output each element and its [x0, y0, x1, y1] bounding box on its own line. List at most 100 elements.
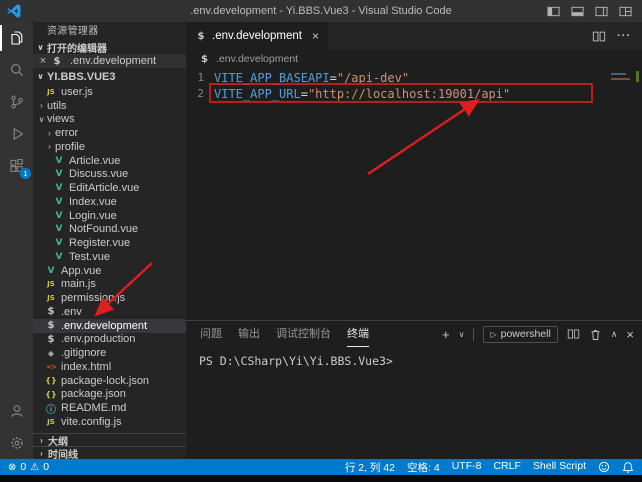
activity-item-settings[interactable] [0, 427, 33, 459]
tree-item-label: .env.development [61, 320, 147, 332]
activity-item-run-debug[interactable] [0, 118, 33, 150]
activity-item-explorer[interactable] [0, 22, 33, 54]
line-number: 1 [186, 70, 204, 86]
tree-item-profile[interactable]: ›profile [33, 140, 186, 154]
tree-item-readme-md[interactable]: ⓘREADME.md [33, 401, 186, 415]
activity-item-source-control[interactable] [0, 86, 33, 118]
new-terminal-icon[interactable]: + [442, 328, 450, 341]
breadcrumb[interactable]: $ .env.development [186, 50, 642, 68]
panel-tab-output[interactable]: 输出 [238, 322, 260, 347]
chevron-down-icon: ∨ [36, 43, 45, 52]
tree-item-error[interactable]: ›error [33, 126, 186, 140]
tree-item-discuss-vue[interactable]: VDiscuss.vue [33, 168, 186, 182]
tree-item-login-vue[interactable]: VLogin.vue [33, 209, 186, 223]
tree-item-register-vue[interactable]: VRegister.vue [33, 236, 186, 250]
kill-terminal-trash-icon[interactable] [589, 328, 602, 341]
tree-item-label: views [47, 113, 75, 125]
tree-item-label: .gitignore [61, 347, 106, 359]
terminal-profile-dropdown-icon[interactable]: ∨ [459, 330, 465, 339]
outline-section-header[interactable]: › 大纲 [33, 433, 186, 446]
tree-item-index-html[interactable]: <>index.html [33, 360, 186, 374]
tree-item-notfound-vue[interactable]: VNotFound.vue [33, 223, 186, 237]
files-icon [9, 30, 25, 46]
tree-item-test-vue[interactable]: VTest.vue [33, 250, 186, 264]
toggle-panel-icon[interactable] [571, 6, 584, 17]
notifications-bell-icon[interactable] [622, 461, 634, 474]
open-editor-label: .env.development [70, 55, 156, 67]
feedback-smiley-icon[interactable] [598, 461, 610, 473]
tree-item-env[interactable]: $.env [33, 305, 186, 319]
panel-tabs: 问题输出调试控制台终端 [200, 322, 385, 347]
overview-ruler-mark [636, 71, 639, 82]
timeline-section-header[interactable]: › 时间线 [33, 446, 186, 459]
editor-tab-env-development[interactable]: $ .env.development × [186, 22, 328, 50]
tree-item-label: permission.js [61, 292, 125, 304]
open-editors-header[interactable]: ∨ 打开的编辑器 [33, 40, 186, 54]
status-bar: ⊗ 0 ⚠ 0 行 2, 列 42 空格: 4 UTF-8 CRLF Shell Scr… [0, 459, 642, 475]
split-editor-icon[interactable] [592, 30, 606, 43]
status-item-cursor-position[interactable]: 行 2, 列 42 [345, 460, 395, 475]
maximize-panel-icon[interactable]: ∧ [611, 329, 618, 340]
tree-item-package-lock-json[interactable]: {}package-lock.json [33, 374, 186, 388]
window-title: .env.development - Yi.BBS.Vue3 - Visual … [0, 5, 642, 17]
chevron-down-icon: ∨ [36, 72, 45, 81]
toggle-sidebar-icon[interactable] [547, 6, 560, 17]
close-icon[interactable]: × [312, 29, 319, 43]
close-icon[interactable]: × [38, 56, 48, 66]
tree-item-label: Index.vue [69, 196, 117, 208]
terminal-shell-selector[interactable]: ▷ powershell [483, 326, 557, 343]
code-editor[interactable]: 1VITE_APP_BASEAPI="/api-dev"2VITE_APP_UR… [186, 68, 642, 320]
tree-item-vite-config-js[interactable]: JSvite.config.js [33, 415, 186, 429]
toggle-secondary-sidebar-icon[interactable] [595, 6, 608, 17]
tree-item-views[interactable]: ∨views [33, 113, 186, 127]
line-number: 2 [186, 86, 204, 102]
editor-tab-bar: $ .env.development × ··· [186, 22, 642, 50]
tree-item-app-vue[interactable]: VApp.vue [33, 264, 186, 278]
status-right-items: 行 2, 列 42 空格: 4 UTF-8 CRLF Shell Script [345, 460, 586, 475]
chevron-right-icon: › [37, 449, 46, 458]
activity-item-account[interactable] [0, 395, 33, 427]
status-item-encoding[interactable]: UTF-8 [452, 460, 482, 475]
status-item-language-mode[interactable]: Shell Script [533, 460, 586, 475]
tree-item-gitignore[interactable]: ◆.gitignore [33, 346, 186, 360]
code-text: VITE_APP_URL="http://localhost:19001/api… [204, 86, 510, 102]
tree-item-editarticle-vue[interactable]: VEditArticle.vue [33, 181, 186, 195]
tree-item-permission-js[interactable]: JSpermission.js [33, 291, 186, 305]
tree-item-user-js[interactable]: JSuser.js [33, 85, 186, 99]
activity-item-search[interactable] [0, 54, 33, 86]
activity-item-extensions[interactable]: 1 [0, 150, 33, 182]
close-panel-icon[interactable]: × [626, 328, 634, 341]
panel-tab-debug-console[interactable]: 调试控制台 [276, 322, 331, 347]
shell-label: powershell [501, 328, 551, 340]
customize-layout-icon[interactable] [619, 6, 632, 17]
tree-item-main-js[interactable]: JSmain.js [33, 278, 186, 292]
search-icon [9, 62, 25, 78]
tree-item-utils[interactable]: ›utils [33, 99, 186, 113]
status-item-eol[interactable]: CRLF [493, 460, 520, 475]
tree-item-label: Test.vue [69, 251, 110, 263]
terminal-content[interactable]: PS D:\CSharp\Yi\Yi.BBS.Vue3> [186, 347, 642, 459]
tree-item-index-vue[interactable]: VIndex.vue [33, 195, 186, 209]
tree-item-label: vite.config.js [61, 416, 122, 428]
panel-tab-problems[interactable]: 问题 [200, 322, 222, 347]
tree-item-env-production[interactable]: $.env.production [33, 333, 186, 347]
tree-item-package-json[interactable]: {}package.json [33, 388, 186, 402]
tree-item-article-vue[interactable]: VArticle.vue [33, 154, 186, 168]
open-editor-item[interactable]: × $ .env.development [33, 54, 186, 68]
tree-item-label: NotFound.vue [69, 223, 138, 235]
more-actions-icon[interactable]: ··· [617, 30, 631, 42]
code-line-2: 2VITE_APP_URL="http://localhost:19001/ap… [186, 86, 642, 102]
split-terminal-icon[interactable] [567, 328, 580, 340]
code-text: VITE_APP_BASEAPI="/api-dev" [204, 70, 409, 86]
code-lines: 1VITE_APP_BASEAPI="/api-dev"2VITE_APP_UR… [186, 70, 642, 102]
editor-actions: ··· [592, 22, 642, 50]
tree-item-env-development[interactable]: $.env.development [33, 319, 186, 333]
panel-tab-terminal[interactable]: 终端 [347, 322, 369, 347]
project-root-header[interactable]: ∨ YI.BBS.VUE3 [33, 68, 186, 85]
status-item-indentation[interactable]: 空格: 4 [407, 460, 440, 475]
sidebar-title: 资源管理器 [33, 22, 186, 40]
problems-status[interactable]: ⊗ 0 ⚠ 0 [8, 461, 49, 473]
activity-bar: 1 [0, 22, 33, 459]
run-icon: ▷ [490, 330, 496, 339]
divider [473, 328, 474, 341]
